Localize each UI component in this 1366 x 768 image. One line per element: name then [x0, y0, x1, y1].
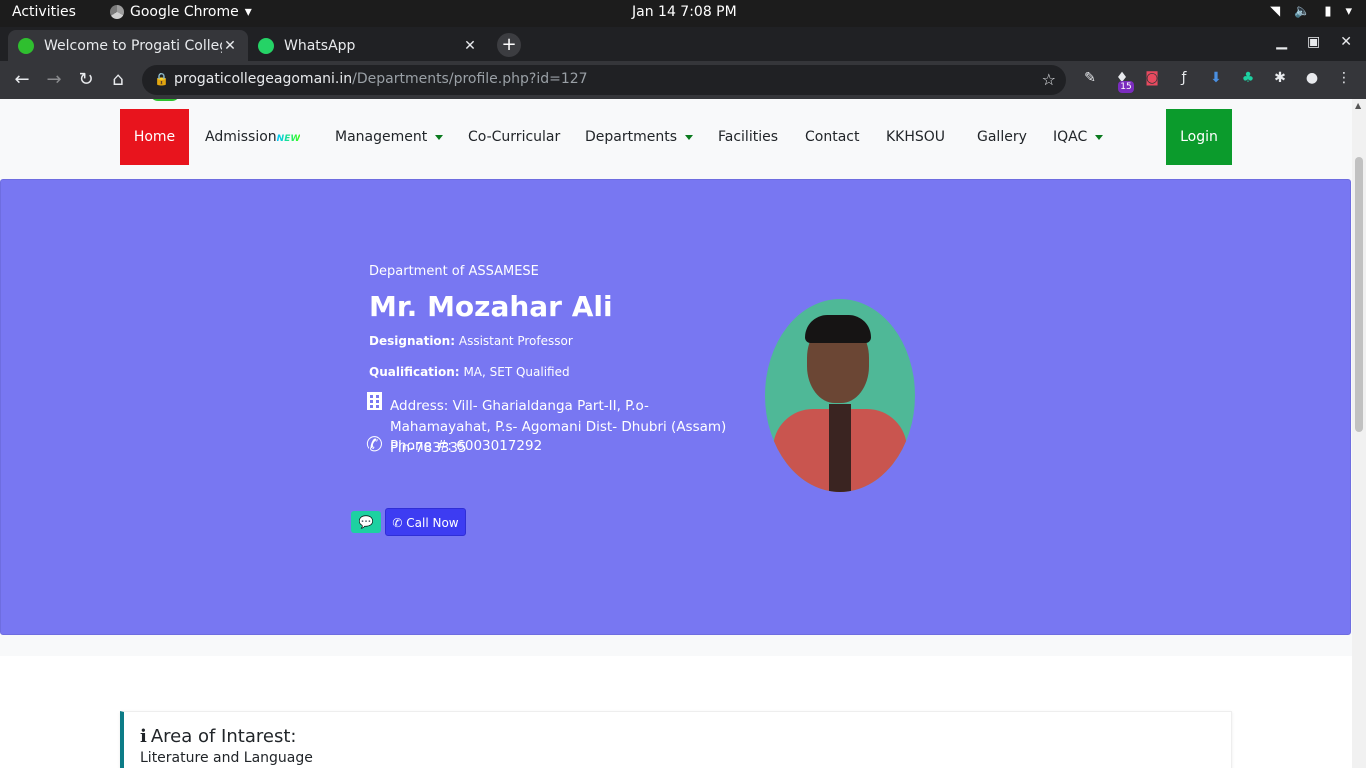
tab-title: Welcome to Progati College	[44, 37, 222, 54]
nav-iqac[interactable]: IQAC	[1037, 109, 1119, 165]
home-icon[interactable]: ⌂	[107, 69, 129, 90]
nav-home[interactable]: Home	[120, 109, 189, 165]
interest-text: Literature and Language	[140, 750, 313, 766]
back-arrow-icon[interactable]: ←	[11, 69, 33, 90]
close-window-icon[interactable]: ✕	[1340, 34, 1352, 50]
caret-down-icon	[685, 134, 694, 140]
scroll-up-icon[interactable]: ▲	[1355, 101, 1361, 110]
tab-progati[interactable]: Welcome to Progati College ✕	[8, 30, 248, 61]
login-button[interactable]: Login	[1166, 109, 1232, 165]
nav-facilities[interactable]: Facilities	[702, 109, 794, 165]
app-name: Google Chrome	[130, 4, 239, 20]
info-icon: i	[140, 726, 147, 747]
forward-arrow-icon[interactable]: →	[43, 69, 65, 90]
phone-number: Phone #: 6003017292	[390, 438, 543, 454]
tab-title: WhatsApp	[284, 37, 356, 54]
interest-heading: i Area of Intarest:	[140, 726, 297, 747]
activities-button[interactable]: Activities	[12, 4, 76, 20]
interest-card: i Area of Intarest: Literature and Langua…	[120, 711, 1232, 768]
college-favicon-icon	[18, 37, 34, 54]
chevron-down-icon: ▾	[1345, 4, 1352, 19]
scrollbar-thumb[interactable]	[1355, 157, 1363, 432]
page-viewport: Home AdmissionNEW Management Co-Curricul…	[0, 99, 1352, 768]
bookmark-star-icon[interactable]: ☆	[1042, 70, 1056, 89]
site-navbar: Home AdmissionNEW Management Co-Curricul…	[0, 99, 1352, 179]
maximize-icon[interactable]: ▣	[1307, 34, 1320, 50]
nav-management[interactable]: Management	[319, 109, 459, 165]
plant-extension-icon[interactable]: ♣	[1238, 70, 1258, 90]
logo-icon	[150, 99, 180, 101]
tab-whatsapp[interactable]: WhatsApp ✕	[248, 30, 488, 61]
kebab-menu-icon[interactable]: ⋮	[1334, 70, 1354, 90]
clock[interactable]: Jan 14 7:08 PM	[632, 4, 737, 20]
phone-icon: ✆	[366, 432, 383, 456]
close-icon[interactable]: ✕	[222, 38, 238, 54]
nav-departments[interactable]: Departments	[569, 109, 709, 165]
nav-gallery[interactable]: Gallery	[961, 109, 1043, 165]
qualification: Qualification: MA, SET Qualified	[369, 365, 570, 379]
faculty-name: Mr. Mozahar Ali	[369, 290, 613, 323]
whatsapp-icon	[258, 37, 274, 54]
download-extension-icon[interactable]: ⬇	[1206, 70, 1226, 90]
battery-icon: ▮	[1324, 4, 1332, 19]
designation: Designation: Assistant Professor	[369, 334, 573, 348]
department-name: Department of ASSAMESE	[369, 264, 539, 279]
minimize-icon[interactable]: ▁	[1276, 34, 1287, 50]
caret-down-icon	[1095, 134, 1104, 140]
chat-icon: 💬	[358, 515, 374, 529]
puzzle-extensions-icon[interactable]: ✱	[1270, 70, 1290, 90]
chevron-down-icon: ▾	[244, 4, 252, 20]
nav-co-curricular[interactable]: Co-Curricular	[452, 109, 576, 165]
wifi-icon: ◥	[1270, 4, 1281, 19]
browser-toolbar: ← → ↻ ⌂ 🔒 progaticollegeagomani.in/Depar…	[0, 61, 1366, 99]
formula-extension-icon[interactable]: ƒ	[1174, 70, 1194, 90]
page-scrollbar[interactable]: ▲	[1352, 99, 1366, 768]
lock-icon: 🔒	[154, 72, 169, 86]
nav-admission[interactable]: AdmissionNEW	[189, 109, 316, 165]
volume-icon: 🔈	[1294, 4, 1311, 19]
pen-extension-icon[interactable]: ✎	[1080, 70, 1100, 90]
close-icon[interactable]: ✕	[462, 38, 478, 54]
building-icon	[367, 392, 382, 410]
profile-hero: Department of ASSAMESE Mr. Mozahar Ali D…	[0, 179, 1351, 635]
new-tab-button[interactable]: +	[497, 33, 521, 57]
reload-icon[interactable]: ↻	[75, 69, 97, 90]
system-top-bar: Activities Google Chrome ▾ Jan 14 7:08 P…	[0, 0, 1366, 27]
nav-kkhsou[interactable]: KKHSOU	[870, 109, 961, 165]
caret-down-icon	[435, 134, 444, 140]
app-menu[interactable]: Google Chrome ▾	[110, 4, 252, 20]
profile-avatar-icon[interactable]: ●	[1302, 70, 1322, 90]
address-bar[interactable]: 🔒 progaticollegeagomani.in/Departments/p…	[142, 65, 1066, 95]
profile-details: i Area of Intarest: Literature and Langua…	[0, 656, 1352, 768]
tab-strip: Welcome to Progati College ✕ WhatsApp ✕ …	[0, 27, 1366, 61]
pocket-extension-icon[interactable]: ◙	[1142, 70, 1162, 90]
window-controls: ▁ ▣ ✕	[1276, 34, 1352, 50]
phone-icon: ✆	[392, 516, 403, 530]
chrome-icon	[110, 5, 124, 19]
extension-badge: 15	[1118, 81, 1134, 93]
nav-contact[interactable]: Contact	[789, 109, 875, 165]
system-tray[interactable]: ◥ 🔈 ▮ ▾	[1270, 4, 1352, 19]
call-now-button[interactable]: ✆ Call Now	[385, 508, 466, 536]
faculty-photo	[765, 299, 915, 492]
chat-button[interactable]: 💬	[351, 511, 381, 533]
url-text: progaticollegeagomani.in/Departments/pro…	[174, 71, 588, 87]
new-badge: NEW	[276, 134, 301, 144]
